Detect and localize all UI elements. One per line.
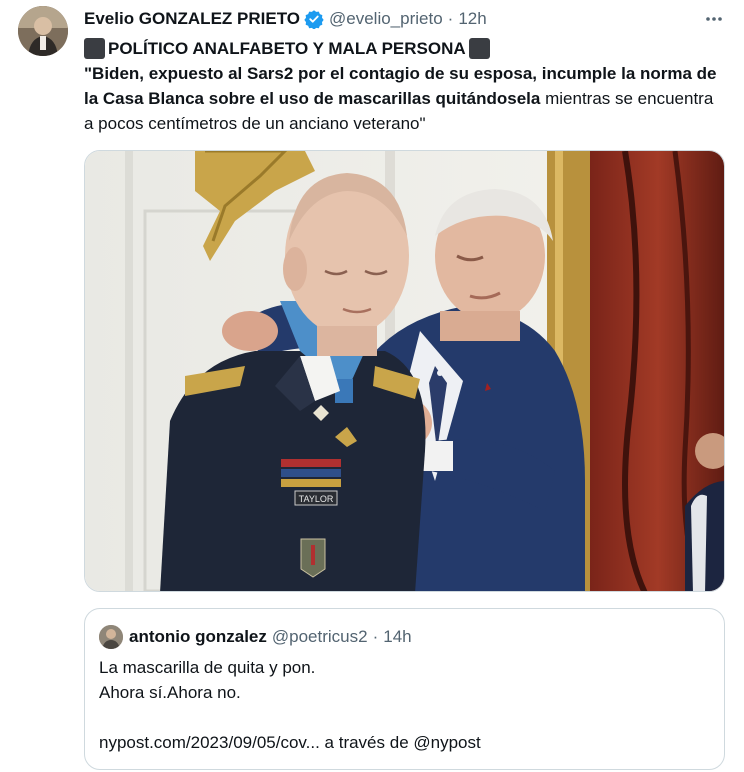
quoted-text-line: Ahora sí.Ahora no. [99,683,241,702]
tweet-media-photo[interactable]: TAYLOR [84,150,725,592]
tweet-text: POLÍTICO ANALFABETO Y MALA PERSONA "Bide… [84,36,724,136]
quoted-tweet[interactable]: antonio gonzalez @poetricus2 · 14h La ma… [84,608,725,770]
quoted-author-name[interactable]: antonio gonzalez [129,627,267,647]
black-square-icon [468,38,490,59]
quoted-tweet-header: antonio gonzalez @poetricus2 · 14h [99,625,412,649]
author-handle[interactable]: @evelio_prieto [329,9,443,29]
tweet-time[interactable]: 12h [458,9,486,29]
black-square-icon [84,38,105,59]
author-name[interactable]: Evelio GONZALEZ PRIETO [84,9,300,29]
name-tag-text: TAYLOR [299,494,334,504]
separator-dot: · [447,9,454,28]
more-options-icon[interactable] [704,9,724,29]
quoted-author-avatar[interactable] [99,625,123,649]
quoted-tweet-time[interactable]: 14h [383,627,411,647]
verified-badge-icon [304,9,324,30]
quoted-link-text[interactable]: nypost.com/2023/09/05/cov... a través de… [99,730,709,755]
author-avatar[interactable] [18,6,68,56]
separator-dot: · [372,627,379,646]
quoted-tweet-body: La mascarilla de quita y pon. Ahora sí.A… [99,655,709,755]
headline-text: POLÍTICO ANALFABETO Y MALA PERSONA [108,39,466,58]
tweet-headline: POLÍTICO ANALFABETO Y MALA PERSONA [84,36,724,61]
quoted-text-line: La mascarilla de quita y pon. [99,658,316,677]
quoted-author-handle[interactable]: @poetricus2 [272,627,368,647]
tweet-body: "Biden, expuesto al Sars2 por el contagi… [84,61,724,136]
tweet-header: Evelio GONZALEZ PRIETO @evelio_prieto · … [84,7,726,31]
